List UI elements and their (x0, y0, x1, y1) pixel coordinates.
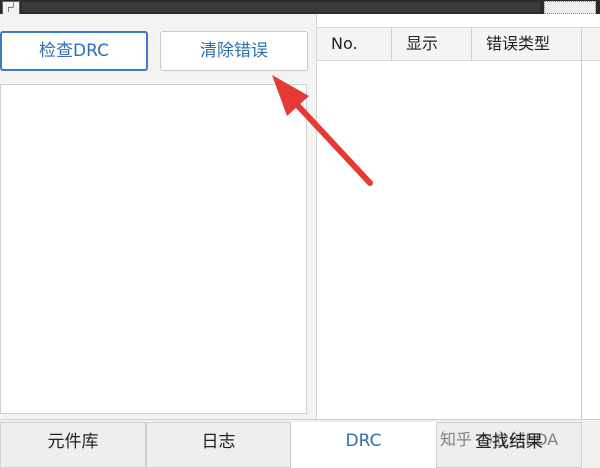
ruler-bar (22, 2, 540, 12)
drc-rule-list[interactable] (0, 84, 307, 414)
column-header-no[interactable]: No. (317, 28, 392, 60)
corner-box: ┌┘ (2, 1, 20, 15)
column-header-show[interactable]: 显示 (392, 28, 472, 60)
tab-library[interactable]: 元件库 (0, 422, 146, 468)
check-drc-button[interactable]: 检查DRC (0, 31, 148, 71)
tab-drc[interactable]: DRC (291, 422, 436, 468)
drc-left-panel: 检查DRC 清除错误 (0, 14, 317, 419)
clear-errors-button[interactable]: 清除错误 (160, 31, 308, 71)
toolbar-end-box (544, 1, 596, 14)
tab-log[interactable]: 日志 (146, 422, 291, 468)
table-divider (581, 28, 582, 419)
top-toolbar-strip: ┌┘ (0, 0, 600, 15)
watermark: 知乎 @立创EDA (440, 430, 559, 449)
table-header: No. 显示 错误类型 (317, 27, 600, 61)
drc-error-table: No. 显示 错误类型 (317, 14, 600, 419)
